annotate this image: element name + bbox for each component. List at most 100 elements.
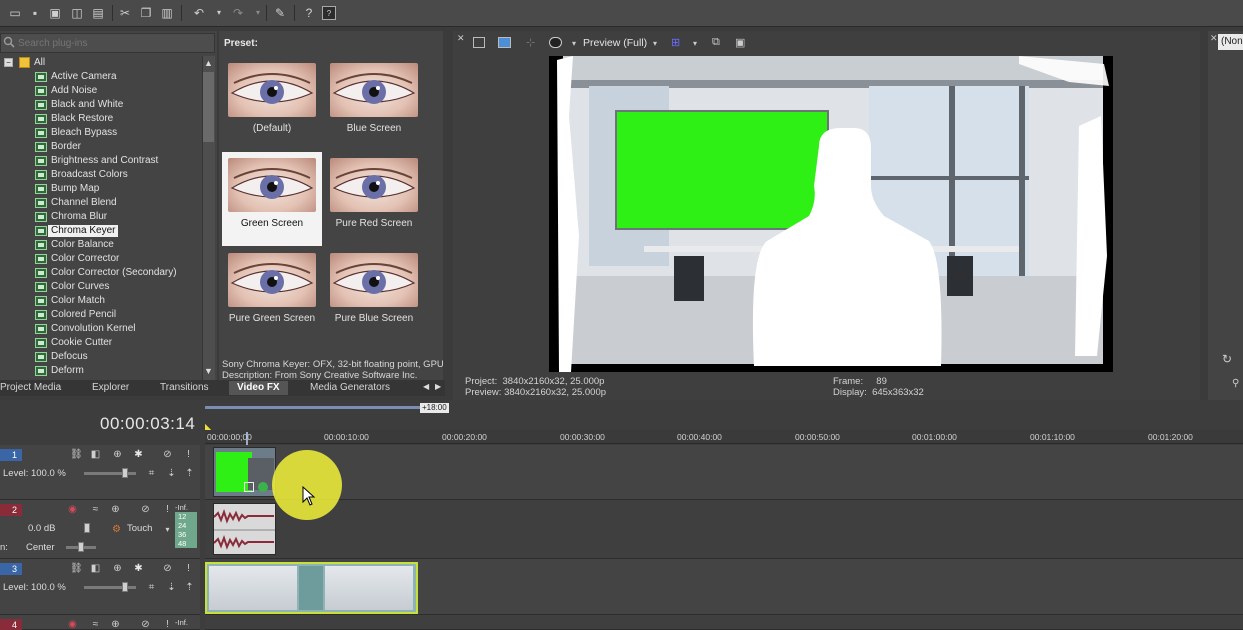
- plugin-item[interactable]: Channel Blend: [0, 196, 200, 210]
- tab-video-fx[interactable]: Video FX: [229, 381, 288, 395]
- plugin-item[interactable]: Chroma Blur: [0, 210, 200, 224]
- plugin-item[interactable]: Active Camera: [0, 70, 200, 84]
- plugin-item[interactable]: Color Corrector (Secondary): [0, 266, 200, 280]
- track-volume-knob[interactable]: [84, 523, 90, 533]
- scroll-up-icon[interactable]: ▲: [204, 58, 213, 68]
- track-motion-icon[interactable]: ⛓: [70, 449, 83, 460]
- plugin-item[interactable]: Broadcast Colors: [0, 168, 200, 182]
- track-composite-icon[interactable]: ◧: [90, 563, 101, 574]
- track-fx-icon[interactable]: ≈: [90, 504, 101, 515]
- track-solo-icon[interactable]: !: [162, 619, 173, 630]
- split-dropdown-icon[interactable]: ▾: [572, 39, 576, 48]
- preset-item[interactable]: Pure Green Screen: [222, 247, 322, 341]
- track-mute-icon[interactable]: ⊘: [140, 504, 151, 515]
- track-lane-4[interactable]: [205, 615, 1243, 630]
- plugin-item[interactable]: Bleach Bypass: [0, 126, 200, 140]
- plugin-item[interactable]: Color Balance: [0, 238, 200, 252]
- plugin-item[interactable]: Chroma Keyer: [0, 224, 200, 238]
- automation-dropdown-icon[interactable]: ▾: [162, 524, 173, 535]
- track-motion-icon[interactable]: ⛓: [70, 563, 83, 574]
- tab-explorer[interactable]: Explorer: [92, 381, 129, 395]
- track-fx-icon[interactable]: ✱: [133, 449, 144, 460]
- plugin-item[interactable]: Cookie Cutter: [0, 336, 200, 350]
- track-compositing-mode-icon[interactable]: ⊕: [112, 563, 123, 574]
- arm-record-icon[interactable]: ◉: [67, 504, 78, 515]
- overlays-grid-icon[interactable]: ⊞: [671, 36, 680, 49]
- fx-chain-icon[interactable]: ⊹: [526, 36, 535, 49]
- track-compositing-mode-icon[interactable]: ⊕: [112, 449, 123, 460]
- track-mute-icon[interactable]: ⊘: [162, 563, 173, 574]
- scroll-down-icon[interactable]: ▼: [204, 366, 213, 376]
- track-envelope-icon[interactable]: ⌗: [146, 468, 157, 479]
- undo-dropdown-icon[interactable]: ▾: [212, 6, 226, 20]
- transition-region[interactable]: [299, 566, 323, 610]
- preset-item[interactable]: Green Screen: [222, 152, 322, 246]
- track-envelope-icon[interactable]: ⌗: [146, 582, 157, 593]
- track-solo-icon[interactable]: !: [162, 504, 173, 515]
- track-pan-knob[interactable]: [78, 542, 84, 552]
- whats-this-icon[interactable]: ?: [322, 6, 336, 20]
- plugin-item[interactable]: Color Corrector: [0, 252, 200, 266]
- pan-crop-icon[interactable]: [244, 482, 254, 492]
- open-folder-icon[interactable]: ▭: [8, 6, 22, 20]
- right-panel-close-icon[interactable]: ✕: [1210, 33, 1218, 44]
- arm-record-icon[interactable]: ◉: [67, 619, 78, 630]
- plugin-item[interactable]: Black and White: [0, 98, 200, 112]
- plugin-item[interactable]: Deform: [0, 364, 200, 378]
- track-move-down-icon[interactable]: ⇣: [166, 582, 177, 593]
- external-monitor-icon[interactable]: [498, 37, 511, 48]
- marker-icon[interactable]: ◣: [205, 422, 211, 431]
- project-properties-icon[interactable]: [473, 37, 485, 48]
- help-icon[interactable]: ?: [302, 6, 316, 20]
- plugin-item[interactable]: Convolution Kernel: [0, 322, 200, 336]
- tab-media-generators[interactable]: Media Generators: [310, 381, 390, 395]
- track-mute-icon[interactable]: ⊘: [162, 449, 173, 460]
- automation-gear-icon[interactable]: ⚙: [111, 524, 122, 535]
- save-snapshot-icon[interactable]: ▣: [735, 36, 745, 49]
- tab-transitions[interactable]: Transitions: [160, 381, 209, 395]
- close-icon[interactable]: ✕: [457, 33, 465, 44]
- track-level-knob[interactable]: [122, 468, 128, 478]
- preset-item[interactable]: Pure Blue Screen: [324, 247, 424, 341]
- track-insert-icon[interactable]: ⊕: [110, 619, 121, 630]
- track-lane-1[interactable]: [205, 445, 1243, 500]
- paste-icon[interactable]: ▥: [160, 6, 174, 20]
- plugin-item[interactable]: Black Restore: [0, 112, 200, 126]
- plugin-item[interactable]: Border: [0, 140, 200, 154]
- preview-quality-dropdown-icon[interactable]: ▾: [653, 39, 657, 48]
- preset-item[interactable]: Blue Screen: [324, 57, 424, 151]
- track-fx-icon[interactable]: ≈: [90, 619, 101, 630]
- plugin-item[interactable]: Color Curves: [0, 280, 200, 294]
- track-move-up-icon[interactable]: ⇡: [184, 582, 195, 593]
- split-screen-icon[interactable]: [549, 37, 562, 48]
- plugin-list-scroll-thumb[interactable]: [203, 72, 214, 142]
- preview-quality-select[interactable]: Preview (Full): [583, 37, 647, 49]
- plugin-item[interactable]: Bump Map: [0, 182, 200, 196]
- track-lane-2[interactable]: [205, 500, 1243, 559]
- preset-item[interactable]: Pure Red Screen: [324, 152, 424, 246]
- track-move-down-icon[interactable]: ⇣: [166, 468, 177, 479]
- track-insert-icon[interactable]: ⊕: [110, 504, 121, 515]
- plugin-item[interactable]: Defocus: [0, 350, 200, 364]
- save-as-icon[interactable]: ▣: [48, 6, 62, 20]
- plugin-item[interactable]: Color Match: [0, 294, 200, 308]
- search-input[interactable]: [18, 36, 208, 50]
- tab-scroll-right-icon[interactable]: ▶: [435, 382, 441, 391]
- collapse-icon[interactable]: −: [4, 58, 13, 67]
- pin-icon[interactable]: ⚲: [1232, 378, 1239, 389]
- video-clip-office[interactable]: [205, 562, 418, 614]
- clip-fx-icon[interactable]: [258, 482, 268, 492]
- plugin-item[interactable]: Colored Pencil: [0, 308, 200, 322]
- paint-brush-icon[interactable]: ✎: [273, 6, 287, 20]
- plugin-item[interactable]: Add Noise: [0, 84, 200, 98]
- preset-item[interactable]: (Default): [222, 57, 322, 151]
- track-solo-icon[interactable]: !: [183, 449, 194, 460]
- timecode-display[interactable]: 00:00:03:14: [100, 414, 195, 434]
- audio-clip[interactable]: [213, 503, 276, 555]
- properties-icon[interactable]: ▤: [91, 6, 105, 20]
- redo-dropdown-icon[interactable]: ▾: [251, 6, 265, 20]
- video-clip-green-screen[interactable]: [213, 447, 276, 497]
- fx-chain-select[interactable]: (None: [1218, 34, 1243, 50]
- track-solo-icon[interactable]: !: [183, 563, 194, 574]
- loop-region-bar[interactable]: [205, 406, 420, 409]
